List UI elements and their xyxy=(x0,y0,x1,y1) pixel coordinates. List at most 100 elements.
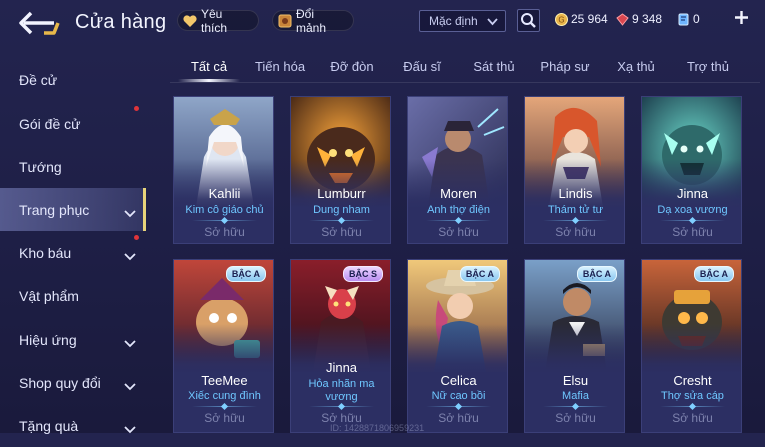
divider xyxy=(192,406,257,407)
skin-card[interactable]: Lumburr Dung nham Sở hữu xyxy=(290,96,391,244)
sidebar-item-treasure[interactable]: Kho báu xyxy=(0,231,146,274)
gem-currency: 9 348 xyxy=(616,12,662,26)
sidebar-item-recommended-packs[interactable]: Gói đề cử xyxy=(0,102,146,145)
tab-marksman[interactable]: Xạ thủ xyxy=(606,52,666,82)
art-fade xyxy=(642,159,741,209)
tab-assassin[interactable]: Sát thủ xyxy=(464,52,524,82)
sidebar-item-label: Tướng xyxy=(19,158,62,175)
hero-name: TeeMee xyxy=(201,373,248,388)
owned-status: Sở hữu xyxy=(555,411,596,425)
art-fade xyxy=(408,159,507,209)
chevron-down-icon xyxy=(124,335,136,351)
notification-dot xyxy=(134,235,139,240)
hero-name: Jinna xyxy=(676,186,709,201)
sidebar-item-label: Gói đề cử xyxy=(19,115,81,132)
hero-name: Moren xyxy=(440,186,477,201)
gem-amount: 9 348 xyxy=(632,12,663,26)
tab-tank[interactable]: Đỡ đòn xyxy=(322,52,382,82)
divider xyxy=(426,220,491,221)
tier-badge: BẬC A xyxy=(576,266,617,282)
sidebar-item-effects[interactable]: Hiệu ứng xyxy=(0,318,146,361)
page-title: Cửa hàng xyxy=(75,11,167,33)
sidebar-item-heroes[interactable]: Tướng xyxy=(0,145,146,188)
skin-card[interactable]: Moren Anh thợ điện Sở hữu xyxy=(407,96,508,244)
art-fade xyxy=(525,324,624,374)
ticket-icon xyxy=(677,13,690,26)
sidebar-item-label: Kho báu xyxy=(19,244,72,261)
skin-name: Mafia xyxy=(562,390,589,402)
owned-status: Sở hữu xyxy=(204,225,245,239)
art-fade xyxy=(174,324,273,374)
chevron-down-icon xyxy=(124,421,136,437)
chevron-down-icon xyxy=(124,248,136,264)
top-bar: Cửa hàng Yêu thích Đổi mảnh Mặc định G 2… xyxy=(0,0,765,44)
hero-name: Kahlii xyxy=(208,186,241,201)
role-tabs: Tất cả Tiến hóa Đỡ đòn Đấu sĩ Sát thủ Ph… xyxy=(170,52,760,82)
skin-name: Thợ sửa cáp xyxy=(661,390,724,402)
search-button[interactable] xyxy=(517,9,540,32)
skin-card[interactable]: Jinna Dạ xoa vương Sở hữu xyxy=(641,96,742,244)
skin-card[interactable]: BẬC A Celica Nữ cao bồi Sở hữu xyxy=(407,259,508,433)
tab-fighter[interactable]: Đấu sĩ xyxy=(392,52,452,82)
skin-name: Thám tử tư xyxy=(547,204,604,216)
divider xyxy=(309,220,374,221)
skin-card[interactable]: Lindis Thám tử tư Sở hữu xyxy=(524,96,625,244)
ticket-amount: 0 xyxy=(693,12,700,26)
heart-icon xyxy=(182,13,198,29)
tab-evolution[interactable]: Tiến hóa xyxy=(250,52,310,82)
skin-card[interactable]: BẬC A TeeMee Xiếc cung đình Sở hữu xyxy=(173,259,274,433)
tier-badge: BẬC A xyxy=(225,266,266,282)
svg-text:G: G xyxy=(558,15,564,24)
sidebar-item-label: Tặng quà xyxy=(19,417,79,434)
trade-fragments-button[interactable]: Đổi mảnh xyxy=(272,7,354,35)
sidebar-item-skins[interactable]: Trang phục xyxy=(0,188,146,231)
sidebar-item-label: Đề cử xyxy=(19,71,58,88)
tab-support[interactable]: Trợ thủ xyxy=(678,52,738,82)
owned-status: Sở hữu xyxy=(672,225,713,239)
sidebar-item-recommended[interactable]: Đề cử xyxy=(0,58,146,101)
chevron-down-icon xyxy=(124,378,136,394)
sidebar-item-label: Hiệu ứng xyxy=(19,331,77,348)
skin-card[interactable]: BẬC S Jinna Hỏa nhãn ma vương Sở hữu xyxy=(290,259,391,433)
sidebar-item-label: Shop quy đổi xyxy=(19,374,101,391)
tier-badge: BẬC A xyxy=(693,266,734,282)
divider xyxy=(309,406,374,407)
owned-status: Sở hữu xyxy=(438,225,479,239)
skin-name: Dạ xoa vương xyxy=(657,204,728,216)
skin-name: Dung nham xyxy=(313,204,370,216)
fragment-box-icon xyxy=(277,13,293,29)
tabs-divider xyxy=(170,82,760,83)
sidebar-item-exchange-shop[interactable]: Shop quy đổi xyxy=(0,361,146,404)
sidebar-item-label: Trang phục xyxy=(19,201,90,218)
skin-name: Kim cô giáo chủ xyxy=(185,204,264,216)
tab-all[interactable]: Tất cả xyxy=(178,52,240,82)
favorites-button[interactable]: Yêu thích xyxy=(177,7,259,35)
watermark: ID: 1428871806959231 xyxy=(330,423,425,433)
add-currency-button[interactable] xyxy=(734,10,749,25)
chevron-down-icon xyxy=(124,205,136,221)
skin-card[interactable]: BẬC A Cresht Thợ sửa cáp Sở hữu xyxy=(641,259,742,433)
gold-amount: 25 964 xyxy=(571,12,608,26)
skin-card[interactable]: BẬC A Elsu Mafia Sở hữu xyxy=(524,259,625,433)
hero-name: Elsu xyxy=(562,373,589,388)
sidebar-item-gifting[interactable]: Tặng quà xyxy=(0,404,146,447)
hero-name: Lindis xyxy=(558,186,593,201)
skin-name: Xiếc cung đình xyxy=(188,390,261,402)
art-fade xyxy=(291,159,390,209)
gold-currency: G 25 964 xyxy=(555,12,608,26)
art-fade xyxy=(642,324,741,374)
owned-status: Sở hữu xyxy=(204,411,245,425)
art-fade xyxy=(525,159,624,209)
sidebar-item-label: Vật phẩm xyxy=(19,287,79,304)
skin-card[interactable]: Kahlii Kim cô giáo chủ Sở hữu xyxy=(173,96,274,244)
tab-mage[interactable]: Pháp sư xyxy=(535,52,595,82)
owned-status: Sở hữu xyxy=(672,411,713,425)
sort-dropdown[interactable]: Mặc định xyxy=(419,10,506,32)
sidebar-item-items[interactable]: Vật phẩm xyxy=(0,274,146,317)
back-arrow-icon[interactable] xyxy=(18,10,60,36)
divider xyxy=(660,220,725,221)
favorites-label: Yêu thích xyxy=(201,6,228,35)
search-icon xyxy=(518,13,539,35)
art-fade xyxy=(174,159,273,209)
divider xyxy=(543,406,608,407)
